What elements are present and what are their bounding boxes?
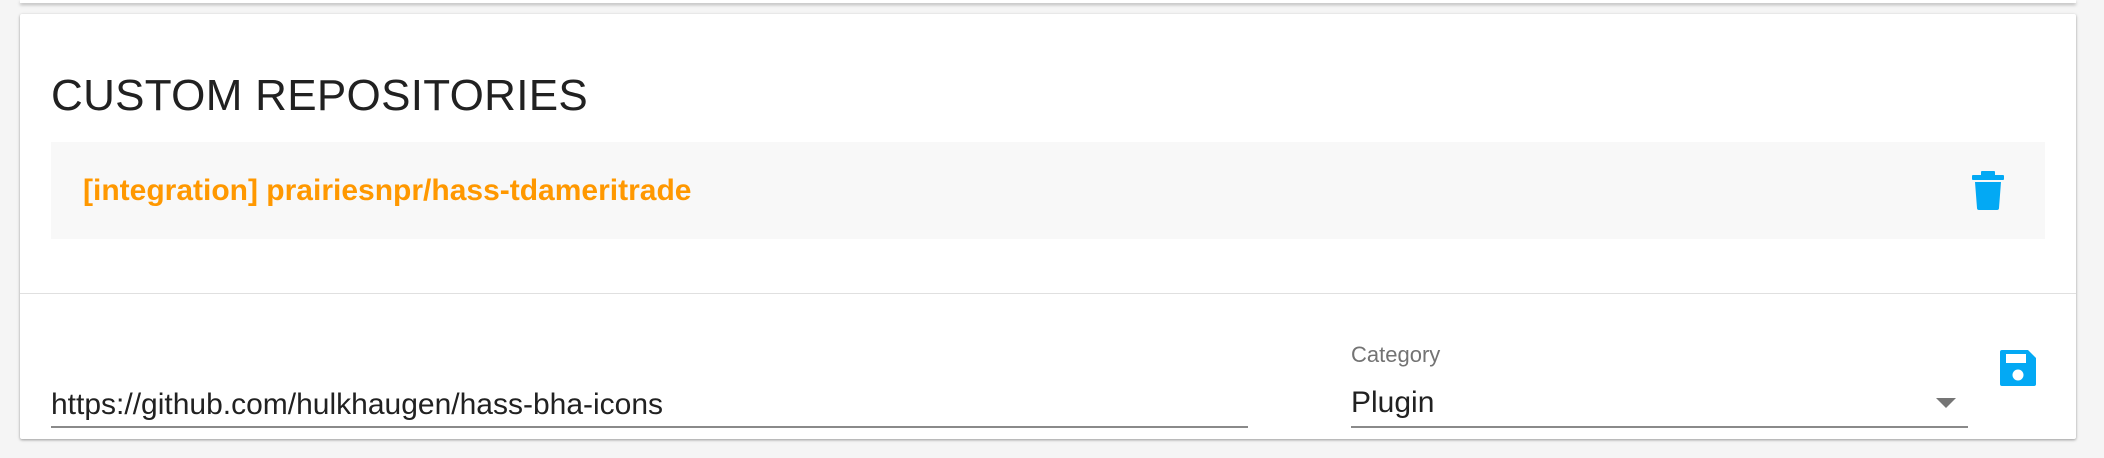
trash-icon xyxy=(1972,171,2004,210)
category-select[interactable]: Category Plugin xyxy=(1351,332,1968,428)
repository-url-field[interactable] xyxy=(51,364,1248,428)
previous-card-edge xyxy=(20,0,2076,3)
save-icon xyxy=(2000,350,2036,386)
save-repository-button[interactable] xyxy=(1998,348,2038,388)
dropdown-arrow-icon xyxy=(1936,398,1956,408)
repository-label[interactable]: [integration] prairiesnpr/hass-tdameritr… xyxy=(83,142,691,239)
repository-url-input[interactable] xyxy=(51,388,1248,422)
delete-repository-button[interactable] xyxy=(1971,170,2005,210)
section-title: CUSTOM REPOSITORIES xyxy=(51,71,589,120)
repository-list-item[interactable]: [integration] prairiesnpr/hass-tdameritr… xyxy=(51,142,2045,239)
category-label: Category xyxy=(1351,342,1441,367)
custom-repositories-card: CUSTOM REPOSITORIES [integration] prairi… xyxy=(20,14,2076,439)
category-selected-value: Plugin xyxy=(1351,386,1435,419)
form-divider xyxy=(20,293,2076,294)
